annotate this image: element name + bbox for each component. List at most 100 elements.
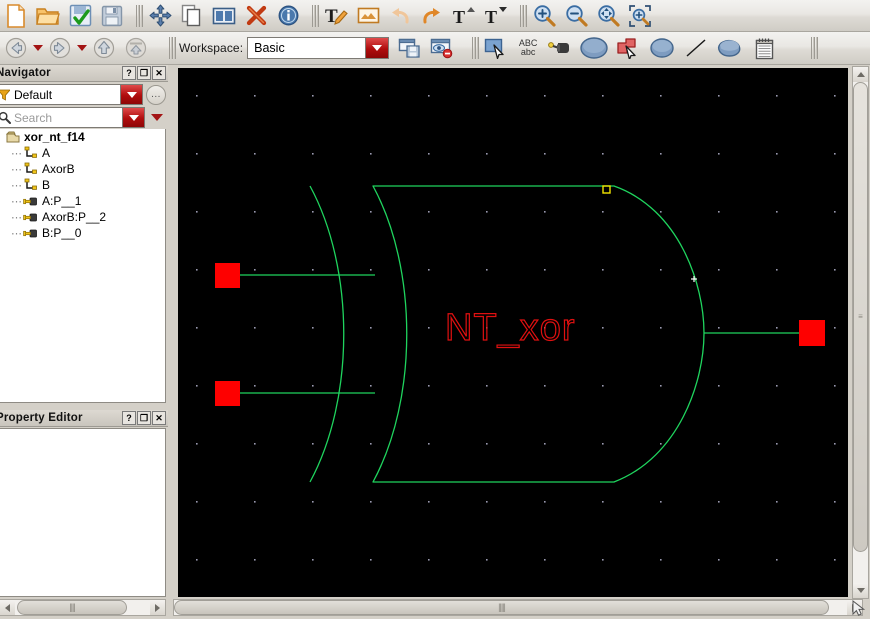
save-button[interactable] <box>97 2 127 30</box>
grip-icon: ||||| <box>498 602 506 612</box>
scroll-left-button[interactable] <box>0 600 15 615</box>
scope-options-button[interactable]: ... <box>146 84 166 105</box>
tree-item-net-a[interactable]: ⋯ A <box>0 145 165 161</box>
svg-text:T: T <box>453 7 465 27</box>
tree-indent-guide: ⋯ <box>11 211 22 224</box>
canvas-vscrollbar[interactable]: ≡ <box>852 66 869 599</box>
scroll-up-button[interactable] <box>853 67 868 82</box>
back-button[interactable] <box>1 34 31 62</box>
notes-tool[interactable] <box>749 34 779 62</box>
scope-combo[interactable]: Default <box>0 84 143 105</box>
label-button[interactable] <box>353 2 383 30</box>
check-save-button[interactable] <box>65 2 95 30</box>
delete-workspace-button[interactable] <box>426 34 456 62</box>
navigator-help-button[interactable]: ? <box>122 66 136 80</box>
tree-item-pin-axorb[interactable]: ⋯ AxorB:P__2 <box>0 209 165 225</box>
select-tool[interactable] <box>481 34 511 62</box>
forward-dropdown[interactable] <box>76 35 88 61</box>
scroll-track[interactable]: ≡ <box>853 82 868 583</box>
pin-icon <box>22 211 39 224</box>
zoom-out-button[interactable] <box>561 2 591 30</box>
new-file-button[interactable] <box>1 2 31 30</box>
input-pin-b[interactable] <box>215 381 240 406</box>
canvas-hscrollbar[interactable]: ||||| <box>173 599 863 616</box>
info-button[interactable] <box>273 2 303 30</box>
workspace-combo[interactable]: Basic <box>247 37 390 59</box>
navigator-title: Navigator <box>0 67 51 79</box>
ellipse-tool[interactable] <box>577 34 611 62</box>
fill-tool[interactable] <box>545 34 575 62</box>
zoom-in-button[interactable] <box>529 2 559 30</box>
property-editor-close-button[interactable]: ✕ <box>152 411 166 425</box>
circle-tool[interactable] <box>645 34 679 62</box>
search-input[interactable]: Search <box>12 108 122 127</box>
tree-item-label: A:P__1 <box>42 194 82 208</box>
tree-indent-guide: ⋯ <box>11 147 22 160</box>
search-combo-arrow[interactable] <box>122 108 144 127</box>
tree-item-label: A <box>42 146 51 160</box>
tree-indent-guide: ⋯ <box>11 179 22 192</box>
top-button[interactable] <box>121 34 151 62</box>
scroll-right-button[interactable] <box>150 600 165 615</box>
paste-button[interactable] <box>209 2 239 30</box>
tree-item-pin-b[interactable]: ⋯ B:P__0 <box>0 225 165 241</box>
forward-button[interactable] <box>45 34 75 62</box>
tree-item-label: xor_nt_f14 <box>24 130 85 144</box>
scroll-thumb[interactable]: ≡ <box>853 82 868 552</box>
search-options-button[interactable] <box>148 108 166 128</box>
redo-button[interactable] <box>417 2 447 30</box>
tree-indent-guide: ⋯ <box>11 195 22 208</box>
save-workspace-button[interactable] <box>394 34 424 62</box>
scroll-down-button[interactable] <box>853 583 868 598</box>
tree-item-net-axorb[interactable]: ⋯ AxorB <box>0 161 165 177</box>
open-file-button[interactable] <box>33 2 63 30</box>
undo-button[interactable] <box>385 2 415 30</box>
chevron-down-icon <box>126 91 137 98</box>
scroll-track[interactable]: ||||| <box>174 600 847 615</box>
polygon-tool[interactable] <box>713 34 747 62</box>
copy-button[interactable] <box>177 2 207 30</box>
toolbar-separator <box>806 36 816 60</box>
chevron-down-icon <box>372 45 383 51</box>
property-editor-content[interactable] <box>0 428 166 597</box>
text-down-button[interactable]: T <box>481 2 511 30</box>
zoom-area-button[interactable] <box>625 2 655 30</box>
scope-combo-arrow[interactable] <box>120 85 142 104</box>
navigator-tree[interactable]: xor_nt_f14 ⋯ A ⋯ AxorB ⋯ B ⋯ A:P__1 ⋯ Ax… <box>0 129 166 403</box>
property-editor-help-button[interactable]: ? <box>122 411 136 425</box>
chevron-down-icon <box>151 114 163 121</box>
delete-button[interactable] <box>241 2 271 30</box>
search-field[interactable]: Search <box>0 107 145 128</box>
gate-label[interactable]: NT_xor <box>444 306 576 349</box>
navigator-close-button[interactable]: ✕ <box>152 66 166 80</box>
zoom-fit-button[interactable] <box>593 2 623 30</box>
up-button[interactable] <box>89 34 119 62</box>
net-icon <box>22 162 39 176</box>
back-dropdown[interactable] <box>32 35 44 61</box>
move-button[interactable] <box>145 2 175 30</box>
navigator-title-bar: Navigator ? ❐ ✕ <box>0 65 168 82</box>
shape-select-tool[interactable] <box>613 34 643 62</box>
scroll-track[interactable]: |||| <box>15 600 150 615</box>
output-pin[interactable] <box>799 320 825 346</box>
chevron-down-icon <box>128 114 139 121</box>
text-up-button[interactable]: T <box>449 2 479 30</box>
tree-item-net-b[interactable]: ⋯ B <box>0 177 165 193</box>
property-editor-undock-button[interactable]: ❐ <box>137 411 151 425</box>
text-tool[interactable]: ABC abc <box>513 34 543 62</box>
workspace-combo-arrow[interactable] <box>365 38 389 58</box>
scroll-thumb[interactable]: |||| <box>17 600 127 615</box>
tree-item-module[interactable]: xor_nt_f14 <box>0 129 165 145</box>
line-tool[interactable] <box>681 34 711 62</box>
chevron-down-icon <box>33 45 43 51</box>
schematic-canvas[interactable]: NT_xor <box>178 68 848 597</box>
navigator-undock-button[interactable]: ❐ <box>137 66 151 80</box>
left-dock: Navigator ? ❐ ✕ Default ... Search xor_n… <box>0 65 168 618</box>
grip-icon: |||| <box>69 602 75 612</box>
navigator-panel: Navigator ? ❐ ✕ Default ... Search xor_n… <box>0 65 168 405</box>
left-panel-hscrollbar[interactable]: |||| <box>0 599 166 616</box>
scroll-thumb[interactable]: ||||| <box>174 600 829 615</box>
tree-item-pin-a[interactable]: ⋯ A:P__1 <box>0 193 165 209</box>
input-pin-a[interactable] <box>215 263 240 288</box>
edit-text-button[interactable]: T <box>321 2 351 30</box>
